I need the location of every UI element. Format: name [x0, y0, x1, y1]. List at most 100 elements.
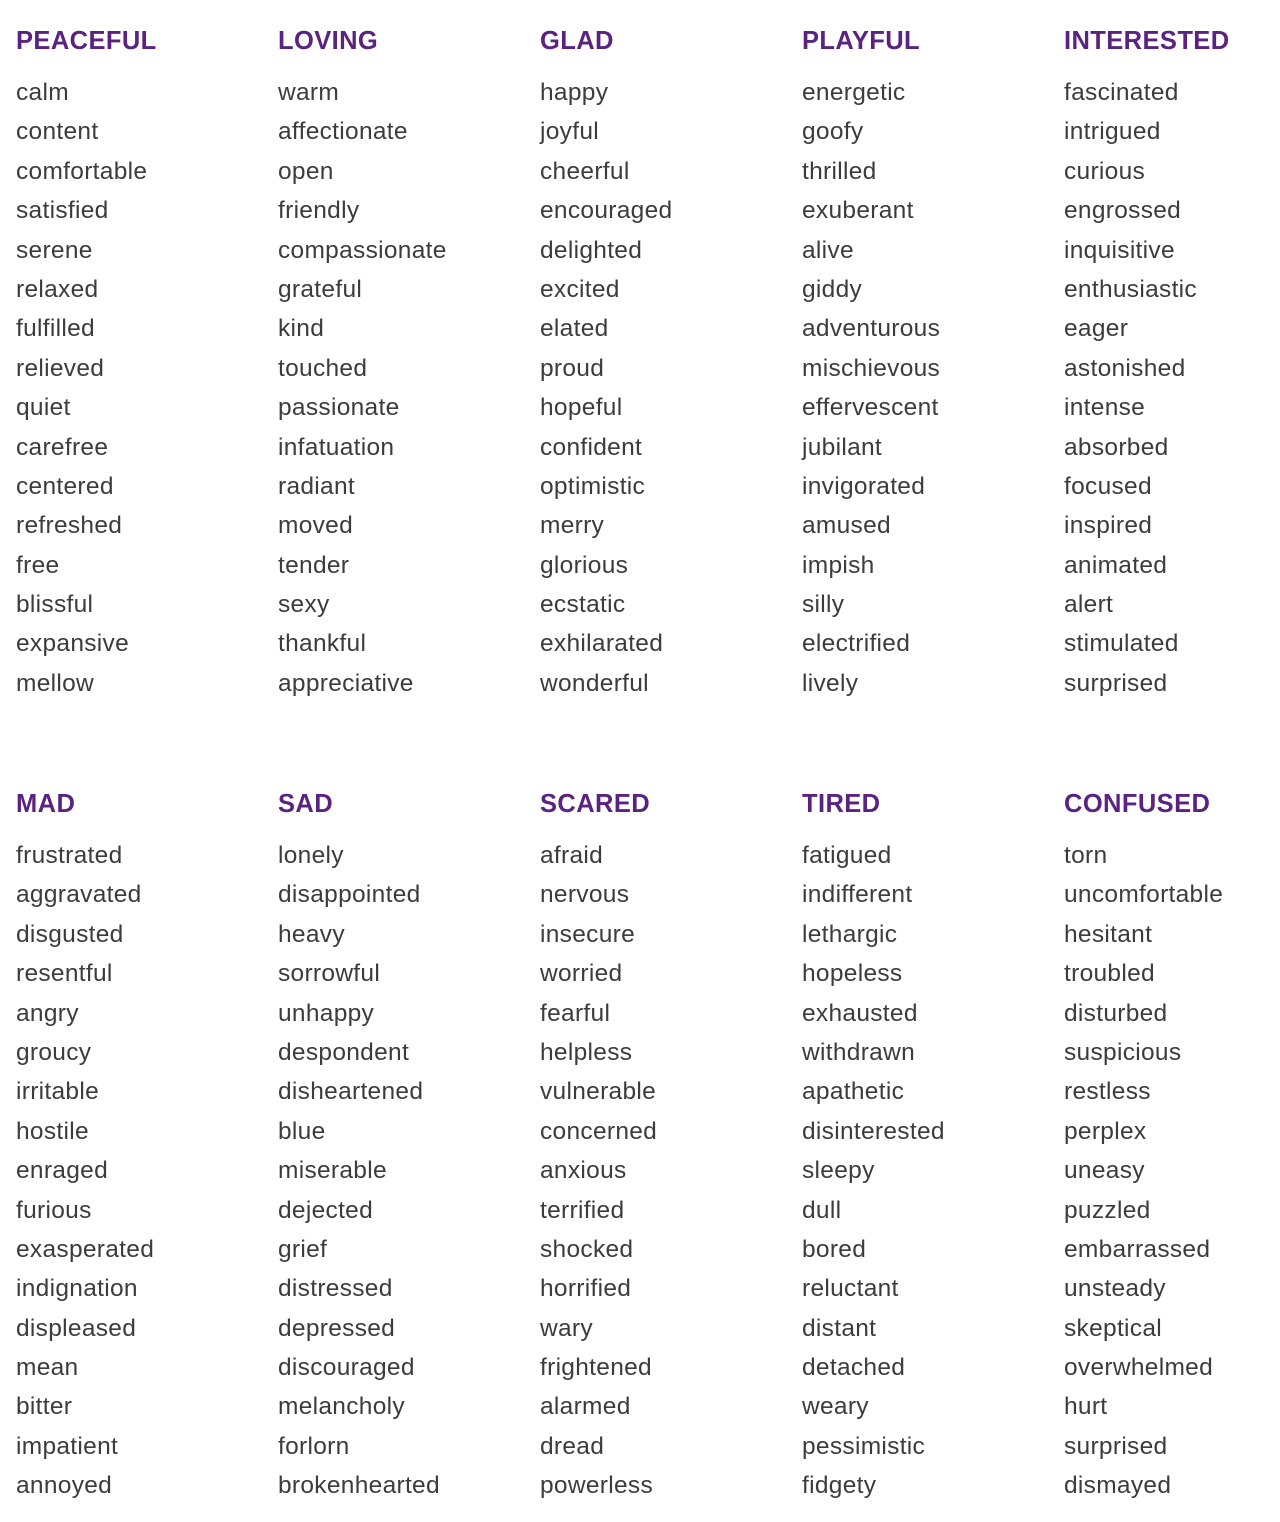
- feeling-word: afraid: [540, 842, 604, 869]
- feeling-word-list: lonely disappointed heavy sorrowful unhappy d…: [278, 836, 540, 1506]
- feeling-category-column: INTERESTED fascinated intrigued curious engr…: [1064, 22, 1280, 703]
- feeling-word: furious: [16, 1196, 92, 1224]
- feeling-word: heavy: [278, 920, 345, 948]
- feeling-word: exuberant: [802, 197, 914, 225]
- feeling-word: comfortable: [16, 157, 148, 185]
- feeling-word: ecstatic: [540, 591, 626, 619]
- feeling-word: despondent: [278, 1038, 410, 1066]
- feeling-word: impish: [802, 551, 875, 579]
- category-heading: SCARED: [540, 790, 651, 818]
- feeling-word: displeased: [16, 1314, 137, 1342]
- feeling-word: bored: [802, 1235, 867, 1263]
- feeling-word: goofy: [802, 118, 864, 146]
- category-heading: TIRED: [802, 790, 881, 818]
- feeling-word: disappointed: [278, 881, 421, 909]
- feeling-word: blue: [278, 1117, 326, 1145]
- feeling-word: mischievous: [802, 354, 941, 382]
- feeling-word: fascinated: [1064, 79, 1179, 106]
- feeling-word: impatient: [16, 1432, 119, 1460]
- feeling-word: affectionate: [278, 118, 408, 146]
- feeling-word: relieved: [16, 354, 105, 382]
- feeling-word: content: [16, 118, 99, 146]
- feeling-word: delighted: [540, 236, 643, 264]
- feeling-word: horrified: [540, 1275, 632, 1303]
- feeling-word: dismayed: [1064, 1472, 1172, 1500]
- feeling-word: worried: [540, 960, 623, 988]
- category-heading: GLAD: [540, 27, 614, 55]
- feeling-word: disinterested: [802, 1117, 945, 1145]
- feeling-word: puzzled: [1064, 1196, 1151, 1224]
- feeling-word: satisfied: [16, 197, 109, 225]
- feelings-word-list: PEACEFUL calm content comfortable satisfied s…: [0, 0, 1280, 1522]
- feeling-word: anxious: [540, 1157, 627, 1185]
- feeling-word: jubilant: [802, 433, 883, 461]
- feeling-word: wonderful: [540, 669, 649, 697]
- feeling-word: infatuation: [278, 433, 395, 461]
- feeling-word: optimistic: [540, 472, 646, 500]
- feeling-word: stimulated: [1064, 630, 1179, 658]
- feeling-word: terrified: [540, 1196, 625, 1224]
- feeling-word: exhilarated: [540, 630, 664, 658]
- feeling-word: suspicious: [1064, 1038, 1182, 1066]
- feeling-word: mean: [16, 1354, 79, 1382]
- feeling-word: hurt: [1064, 1393, 1108, 1421]
- category-heading: PLAYFUL: [802, 27, 921, 55]
- feeling-word: distressed: [278, 1275, 393, 1303]
- feelings-section: PEACEFUL calm content comfortable satisfied s…: [16, 22, 1278, 703]
- feeling-word: hostile: [16, 1117, 89, 1145]
- category-heading: SAD: [278, 790, 334, 818]
- feeling-category-column: PLAYFUL energetic goofy thrilled exuberant al…: [802, 22, 1064, 703]
- feeling-word: proud: [540, 354, 605, 382]
- feeling-word: forlorn: [278, 1432, 350, 1460]
- feeling-word-list: calm content comfortable satisfied serene rel…: [16, 73, 278, 703]
- feeling-word: calm: [16, 79, 69, 106]
- feeling-word: astonished: [1064, 354, 1186, 382]
- feeling-word: exhausted: [802, 999, 918, 1027]
- feeling-word: vulnerable: [540, 1078, 657, 1106]
- category-heading: CONFUSED: [1064, 790, 1211, 818]
- feeling-word: brokenhearted: [278, 1472, 440, 1500]
- feeling-word: exasperated: [16, 1235, 155, 1263]
- feeling-word: carefree: [16, 433, 109, 461]
- feeling-word: absorbed: [1064, 433, 1169, 461]
- feeling-category-column: LOVING warm affectionate open friendly compas…: [278, 22, 540, 703]
- feeling-category-column: MAD frustrated aggravated disgusted resentfu…: [16, 785, 278, 1506]
- feeling-word: fearful: [540, 999, 611, 1027]
- feeling-word: apathetic: [802, 1078, 905, 1106]
- feeling-word-list: energetic goofy thrilled exuberant alive gidd…: [802, 73, 1064, 703]
- feeling-category-column: SAD lonely disappointed heavy sorrowful unhap…: [278, 785, 540, 1506]
- feeling-word-list: fascinated intrigued curious engrossed inqui…: [1064, 73, 1280, 703]
- feeling-word: reluctant: [802, 1275, 899, 1303]
- feeling-word: elated: [540, 315, 609, 343]
- feeling-word-list: frustrated aggravated disgusted resentful an…: [16, 836, 278, 1506]
- feeling-word: pessimistic: [802, 1432, 926, 1460]
- feeling-word: lively: [802, 669, 859, 697]
- feeling-word: indifferent: [802, 881, 913, 909]
- feeling-word: animated: [1064, 551, 1168, 579]
- feeling-category-column: PEACEFUL calm content comfortable satisfied s…: [16, 22, 278, 703]
- feeling-word: helpless: [540, 1038, 633, 1066]
- feeling-word: fatigued: [802, 842, 892, 869]
- feeling-category-column: TIRED fatigued indifferent lethargic hopeles…: [802, 785, 1064, 1506]
- feeling-word: intense: [1064, 394, 1146, 422]
- feeling-word: sleepy: [802, 1157, 875, 1185]
- feelings-section: MAD frustrated aggravated disgusted resentfu…: [16, 785, 1278, 1506]
- feeling-word: nervous: [540, 881, 630, 909]
- feeling-word: lethargic: [802, 920, 898, 948]
- feeling-word: giddy: [802, 275, 863, 303]
- feeling-category-column: SCARED afraid nervous insecure worried fearfu…: [540, 785, 802, 1506]
- feeling-word: curious: [1064, 157, 1146, 185]
- feeling-word: passionate: [278, 394, 400, 422]
- feeling-word: confident: [540, 433, 643, 461]
- feeling-word: fulfilled: [16, 315, 95, 343]
- feeling-word: radiant: [278, 472, 356, 500]
- feeling-word: refreshed: [16, 512, 123, 540]
- feeling-word: invigorated: [802, 472, 926, 500]
- feeling-word: perplex: [1064, 1117, 1147, 1145]
- feeling-word: indignation: [16, 1275, 138, 1303]
- feeling-word: grief: [278, 1235, 328, 1263]
- feeling-word: expansive: [16, 630, 130, 658]
- feeling-word: frustrated: [16, 842, 123, 869]
- feeling-word: tender: [278, 551, 350, 579]
- category-heading: LOVING: [278, 27, 379, 55]
